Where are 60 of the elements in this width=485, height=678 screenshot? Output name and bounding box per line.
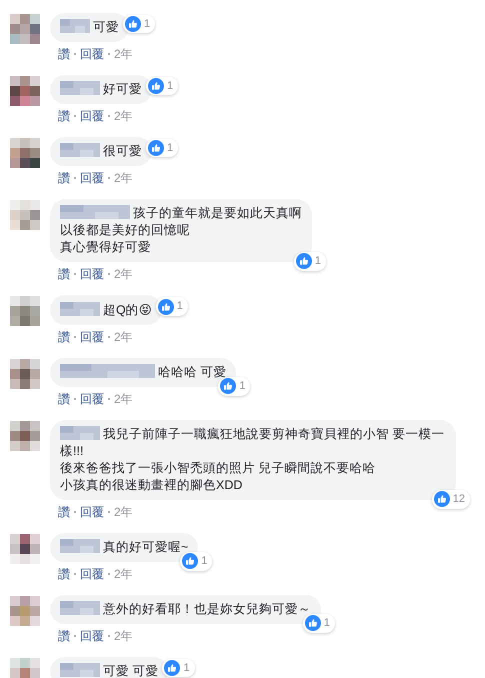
- comment-action-link[interactable]: 回覆: [80, 46, 104, 62]
- comment-time: 2年: [114, 628, 133, 644]
- comment-text: 以後都是美好的回憶呢: [60, 222, 191, 239]
- comment-text: 孩子的童年就是要如此天真啊: [60, 206, 302, 220]
- comment-action-link[interactable]: 回覆: [80, 628, 104, 644]
- thumbs-up-icon: [296, 253, 312, 269]
- comment-time: 2年: [114, 504, 133, 520]
- comment-time: 2年: [114, 566, 133, 582]
- comment-text: 小孩真的很迷動畫裡的腳色XDD: [60, 477, 244, 494]
- comment-action-link[interactable]: 回覆: [80, 170, 104, 186]
- comment-action-link[interactable]: 讚: [58, 46, 70, 62]
- comment-action-link[interactable]: 回覆: [80, 266, 104, 282]
- comment-action-link[interactable]: 讚: [58, 504, 70, 520]
- comment-action-link[interactable]: 讚: [58, 170, 70, 186]
- comment-text: 真的好可愛喔~: [60, 540, 188, 554]
- thumbs-up-icon: [158, 298, 174, 315]
- blurred-name: [60, 601, 100, 615]
- thumbs-up-icon: [434, 491, 450, 507]
- comment-text: 好可愛: [60, 82, 142, 96]
- comment-time: 2年: [114, 391, 133, 407]
- comment-text: 意外的好看耶！也是妳女兒夠可愛～: [60, 602, 311, 616]
- comment-action-link[interactable]: 讚: [58, 566, 70, 582]
- thumbs-up-icon: [125, 16, 141, 32]
- blurred-name: [60, 143, 100, 157]
- thumbs-up-icon: [182, 553, 198, 569]
- comment-text: 真心覺得好可愛: [60, 239, 152, 256]
- blurred-name: [60, 205, 130, 219]
- blurred-name: [60, 539, 100, 553]
- blurred-name: [60, 302, 100, 316]
- thumbs-up-icon: [148, 140, 164, 156]
- comment-time: 2年: [114, 329, 133, 345]
- comment-action-link[interactable]: 讚: [58, 266, 70, 282]
- comment-text: 超Q的😝: [60, 303, 152, 317]
- comment-action-link[interactable]: 回覆: [80, 391, 104, 407]
- blurred-name: [60, 81, 100, 95]
- thumbs-up-icon: [148, 78, 164, 94]
- comment-action-link[interactable]: 回覆: [80, 108, 104, 124]
- comment-text: 後來爸爸找了一張小智禿頭的照片 兒子瞬間說不要哈哈: [60, 460, 376, 477]
- comment-text: 哈哈哈 可愛: [60, 365, 226, 379]
- comment-text: 很可愛: [60, 144, 142, 158]
- emoji-icon: 😝: [138, 302, 152, 317]
- thumbs-up-icon: [304, 615, 321, 631]
- comment-action-link[interactable]: 回覆: [80, 566, 104, 582]
- comment-time: 2年: [114, 170, 133, 186]
- comment-action-link[interactable]: 回覆: [80, 329, 104, 345]
- comment-time: 2年: [114, 108, 133, 124]
- blurred-name: [60, 426, 100, 440]
- comment-text: 可愛 可愛: [60, 664, 158, 678]
- comment-action-link[interactable]: 讚: [58, 391, 70, 407]
- blurred-name: [60, 663, 100, 677]
- thumbs-up-icon: [220, 378, 236, 394]
- comment-text: 我兒子前陣子一職瘋狂地說要剪神奇寶貝裡的小智 要一模一樣!!!: [60, 427, 444, 458]
- comment-action-link[interactable]: 讚: [58, 628, 70, 644]
- comment-time: 2年: [114, 266, 133, 282]
- comment-action-link[interactable]: 讚: [58, 329, 70, 345]
- comment-action-link[interactable]: 讚: [58, 108, 70, 124]
- blurred-name: [60, 19, 90, 33]
- comment-time: 2年: [114, 46, 133, 62]
- comment-text: 可愛: [60, 20, 119, 34]
- comment-action-link[interactable]: 回覆: [80, 504, 104, 520]
